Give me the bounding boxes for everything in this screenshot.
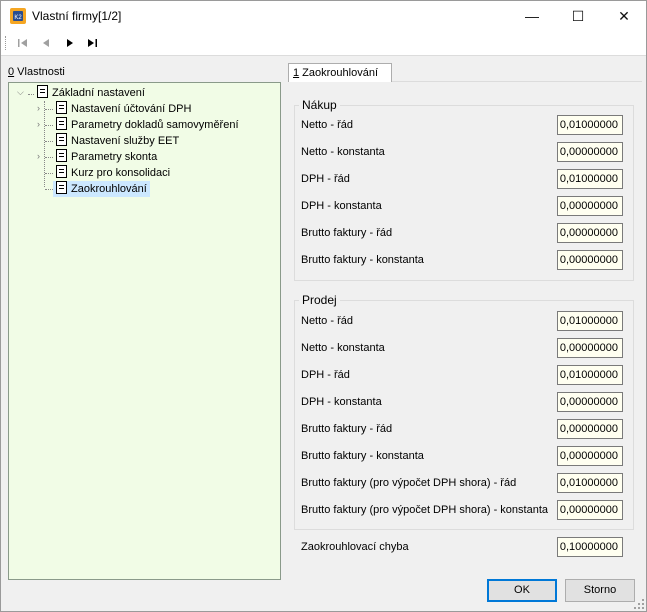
previous-icon <box>43 39 49 47</box>
sales-net-constant-label: Netto - konstanta <box>301 342 385 354</box>
first-icon <box>18 39 27 47</box>
sales-gross-vat-above-order-input[interactable]: 0,01000000 <box>557 473 623 493</box>
sales-gross-vat-above-order-label: Brutto faktury (pro výpočet DPH shora) -… <box>301 477 517 489</box>
purchase-vat-constant-input[interactable]: 0,00000000 <box>557 196 623 216</box>
properties-label: Vlastnosti <box>14 66 65 78</box>
dialog-window: K2 Vlastní firmy[1/2] — ☐ ✕ 0 Vlastnosti… <box>0 0 647 612</box>
sales-net-order-input[interactable]: 0,01000000 <box>557 311 623 331</box>
tab-rounding[interactable]: 1 Zaokrouhlování <box>288 63 392 82</box>
next-record-button[interactable] <box>61 34 79 52</box>
document-icon <box>56 101 67 114</box>
tree-item-label: Zaokrouhlování <box>71 183 147 195</box>
sales-vat-constant-label: DPH - konstanta <box>301 396 382 408</box>
tree-item-consolidation-rate[interactable]: Kurz pro konsolidaci <box>56 165 170 181</box>
sales-gross-vat-above-constant-label: Brutto faktury (pro výpočet DPH shora) -… <box>301 504 548 516</box>
sales-gross-order-input[interactable]: 0,00000000 <box>557 419 623 439</box>
window-title: Vlastní firmy[1/2] <box>32 9 122 23</box>
collapsed-chevron-icon[interactable]: › <box>37 103 40 113</box>
title-bar: K2 Vlastní firmy[1/2] — ☐ ✕ <box>1 1 646 31</box>
tree-item-label: Parametry dokladů samovyměření <box>71 119 239 131</box>
sales-net-constant-input[interactable]: 0,00000000 <box>557 338 623 358</box>
tab-label: Zaokrouhlování <box>299 67 379 79</box>
sales-group-title: Prodej <box>299 293 340 307</box>
tree-item-vat-accounting[interactable]: Nastavení účtování DPH <box>56 101 191 117</box>
purchase-net-constant-label: Netto - konstanta <box>301 146 385 158</box>
k2-app-icon: K2 <box>10 8 26 24</box>
properties-header: 0 Vlastnosti <box>8 66 65 78</box>
first-record-button[interactable] <box>14 34 32 52</box>
purchase-gross-constant-input[interactable]: 0,00000000 <box>557 250 623 270</box>
sales-group <box>294 300 634 530</box>
rounding-error-input[interactable]: 0,10000000 <box>557 537 623 557</box>
document-icon <box>56 117 67 130</box>
sales-vat-order-label: DPH - řád <box>301 369 350 381</box>
rounding-error-label: Zaokrouhlovací chyba <box>301 541 409 553</box>
sales-gross-vat-above-constant-input[interactable]: 0,00000000 <box>557 500 623 520</box>
close-icon: ✕ <box>618 8 630 24</box>
document-icon <box>56 181 67 194</box>
tree-item-self-assessment[interactable]: Parametry dokladů samovyměření <box>56 117 239 133</box>
tree-item-eet[interactable]: Nastavení služby EET <box>56 133 179 149</box>
tree-item-rounding-selected[interactable]: Zaokrouhlování <box>53 181 150 197</box>
collapsed-chevron-icon[interactable]: › <box>37 119 40 129</box>
sales-vat-order-input[interactable]: 0,01000000 <box>557 365 623 385</box>
purchase-gross-order-input[interactable]: 0,00000000 <box>557 223 623 243</box>
tree-item-label: Kurz pro konsolidaci <box>71 167 171 179</box>
purchase-net-constant-input[interactable]: 0,00000000 <box>557 142 623 162</box>
minimize-button[interactable]: — <box>509 1 555 31</box>
purchase-vat-constant-label: DPH - konstanta <box>301 200 382 212</box>
document-icon <box>56 165 67 178</box>
collapsed-chevron-icon[interactable]: › <box>37 151 40 161</box>
close-button[interactable]: ✕ <box>601 1 647 31</box>
cancel-button[interactable]: Storno <box>565 579 635 602</box>
purchase-gross-order-label: Brutto faktury - řád <box>301 227 393 239</box>
document-icon <box>37 85 48 98</box>
sales-gross-order-label: Brutto faktury - řád <box>301 423 393 435</box>
expanded-chevron-icon[interactable]: ⌵ <box>17 87 24 98</box>
tree-item-label: Nastavení služby EET <box>71 135 180 147</box>
document-icon <box>56 149 67 162</box>
purchase-group-title: Nákup <box>299 98 340 112</box>
ok-button[interactable]: OK <box>487 579 557 602</box>
previous-record-button[interactable] <box>37 34 55 52</box>
sales-gross-constant-input[interactable]: 0,00000000 <box>557 446 623 466</box>
sales-net-order-label: Netto - řád <box>301 315 353 327</box>
purchase-net-order-input[interactable]: 0,01000000 <box>557 115 623 135</box>
maximize-button[interactable]: ☐ <box>555 1 601 31</box>
resize-grip-icon[interactable] <box>634 599 644 609</box>
tree-root-item[interactable]: Základní nastavení <box>37 85 145 101</box>
purchase-vat-order-input[interactable]: 0,01000000 <box>557 169 623 189</box>
tree-item-label: Základní nastavení <box>52 87 145 99</box>
last-icon <box>88 39 97 47</box>
last-record-button[interactable] <box>84 34 102 52</box>
toolbar-grip[interactable] <box>5 36 8 50</box>
maximize-icon: ☐ <box>571 8 585 24</box>
svg-text:K2: K2 <box>14 15 22 21</box>
sales-vat-constant-input[interactable]: 0,00000000 <box>557 392 623 412</box>
tree-item-label: Parametry skonta <box>71 151 158 163</box>
purchase-gross-constant-label: Brutto faktury - konstanta <box>301 254 424 266</box>
properties-tree[interactable]: ⌵ Základní nastavení › Nastavení účtován… <box>8 82 281 580</box>
document-icon <box>56 133 67 146</box>
sales-gross-constant-label: Brutto faktury - konstanta <box>301 450 424 462</box>
purchase-net-order-label: Netto - řád <box>301 119 353 131</box>
navigation-toolbar <box>1 31 646 56</box>
minimize-icon: — <box>525 8 539 24</box>
tree-item-discount[interactable]: Parametry skonta <box>56 149 157 165</box>
next-icon <box>67 39 73 47</box>
purchase-vat-order-label: DPH - řád <box>301 173 350 185</box>
tree-item-label: Nastavení účtování DPH <box>71 103 192 115</box>
